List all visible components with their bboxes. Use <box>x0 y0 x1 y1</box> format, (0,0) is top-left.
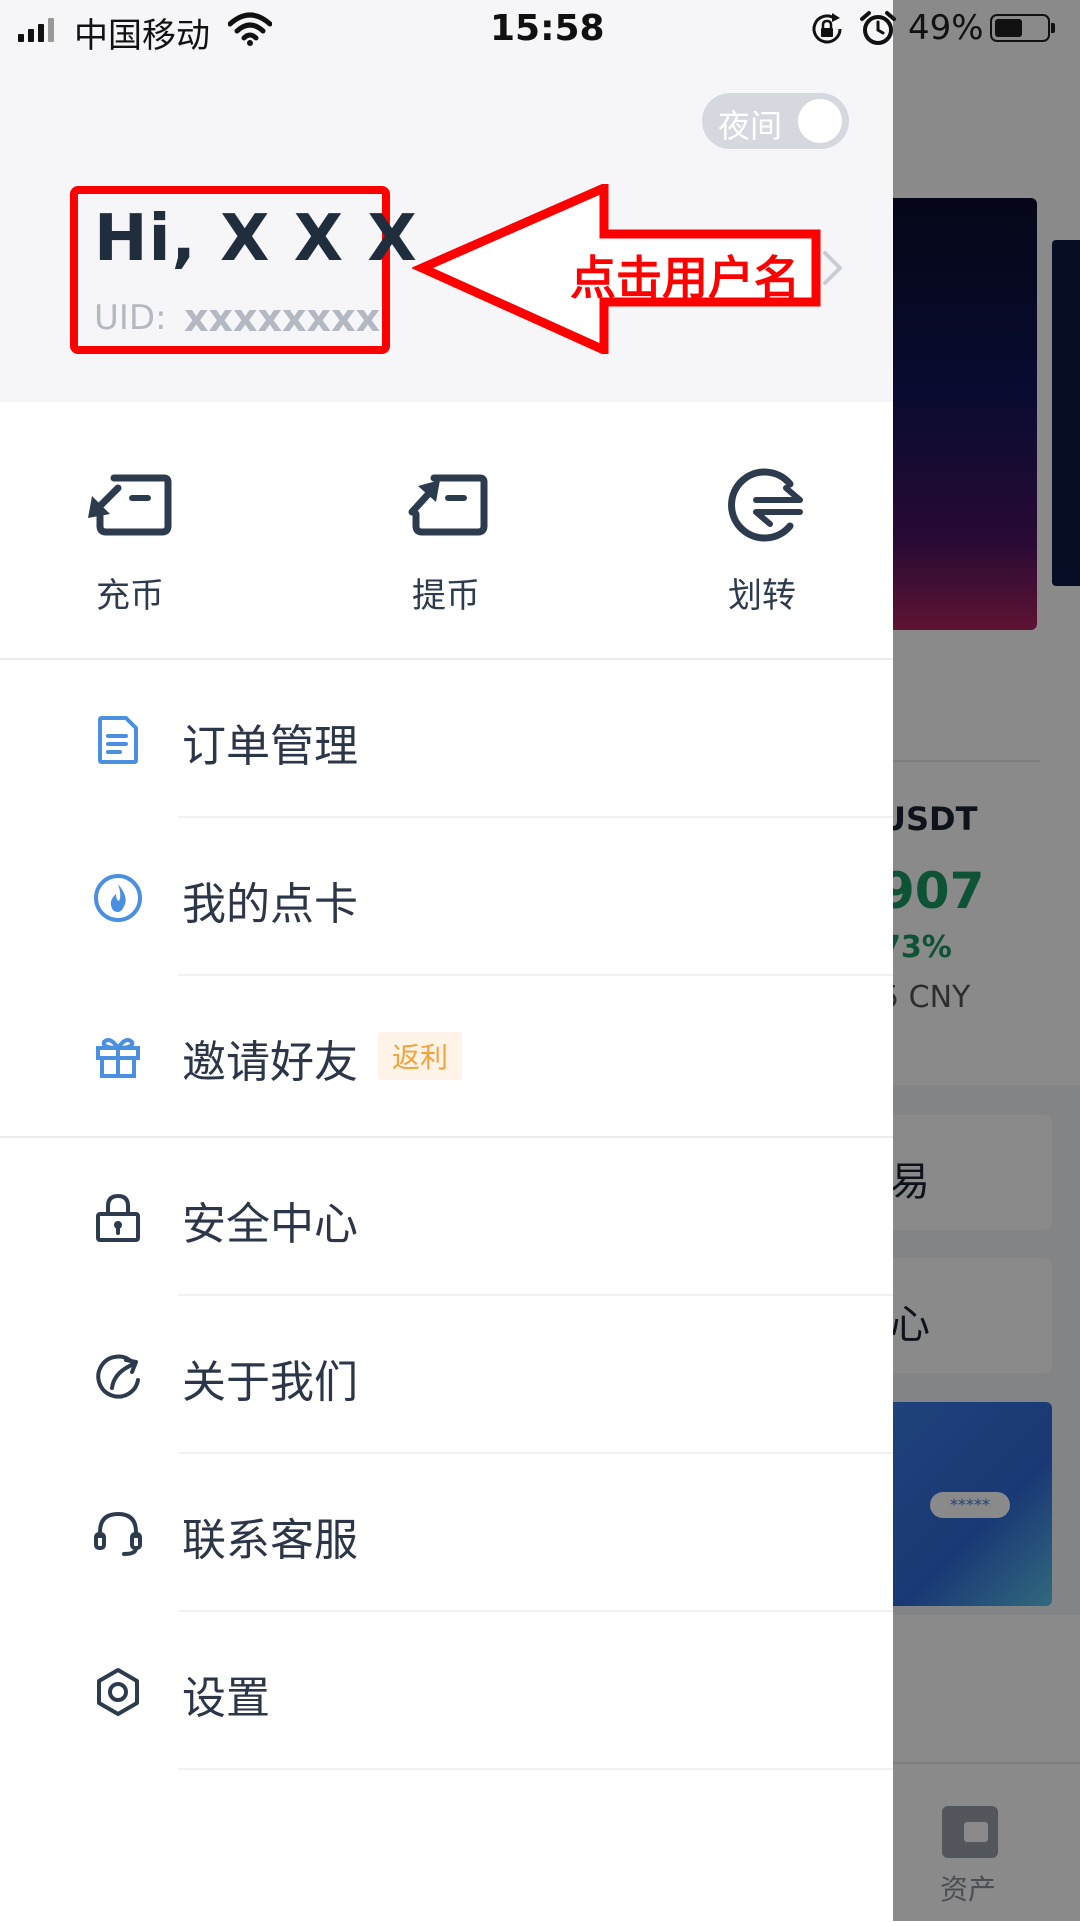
menu-label-orders: 订单管理 <box>182 721 358 772</box>
battery-icon <box>990 14 1055 42</box>
point-card-flame-icon <box>94 874 142 922</box>
menu-item-settings[interactable]: 设置 <box>0 1612 893 1770</box>
carrier-name: 中国移动 <box>74 16 210 56</box>
menu-label-invite-friends: 邀请好友 <box>182 1037 358 1088</box>
menu-item-security-center[interactable]: 安全中心 <box>0 1138 893 1296</box>
menu-label-settings: 设置 <box>182 1673 270 1724</box>
lock-icon <box>96 1193 140 1242</box>
uid-label: UID: <box>94 298 167 338</box>
menu-label-security-center: 安全中心 <box>182 1199 358 1250</box>
status-bar: 中国移动 15:58 49% <box>0 0 1080 58</box>
transfer-label: 划转 <box>728 576 796 616</box>
menu-label-about-us: 关于我们 <box>182 1357 358 1408</box>
rebate-badge: 返利 <box>378 1032 463 1080</box>
about-logo-icon <box>96 1354 140 1399</box>
menu-label-customer-service: 联系客服 <box>182 1515 358 1566</box>
night-mode-toggle[interactable]: 夜间 <box>702 93 849 149</box>
deposit-label: 充币 <box>96 576 164 616</box>
deposit-icon <box>88 474 172 536</box>
menu-divider <box>178 1768 893 1770</box>
wifi-icon <box>228 12 272 46</box>
order-document-icon <box>98 716 138 764</box>
transfer-icon <box>728 468 803 542</box>
user-profile-link[interactable]: Hi, X X X UID: xxxxxxxx <box>70 186 417 354</box>
menu-label-point-card: 我的点卡 <box>182 879 358 930</box>
chevron-right-icon[interactable] <box>822 250 844 286</box>
alarm-clock-icon <box>860 11 896 45</box>
settings-hexagon-icon <box>97 1668 139 1716</box>
menu-item-about-us[interactable]: 关于我们 <box>0 1296 893 1454</box>
clock-time: 15:58 <box>490 8 605 49</box>
menu-item-point-card[interactable]: 我的点卡 <box>0 818 893 976</box>
drawer-header: 夜间 Hi, X X X UID: xxxxxxxx 点击用户名 <box>0 0 893 402</box>
night-mode-label: 夜间 <box>718 107 783 145</box>
rotation-lock-icon <box>812 13 842 44</box>
headset-icon <box>94 1511 142 1556</box>
signal-strength-icon <box>18 18 54 42</box>
withdraw-icon <box>408 474 488 536</box>
uid-value: xxxxxxxx <box>184 296 381 340</box>
side-drawer: 夜间 Hi, X X X UID: xxxxxxxx 点击用户名 充币 提币 划… <box>0 0 893 1921</box>
quick-actions: 充币 提币 划转 <box>0 402 893 660</box>
withdraw-label: 提币 <box>412 576 480 616</box>
menu-item-customer-service[interactable]: 联系客服 <box>0 1454 893 1612</box>
menu-item-orders[interactable]: 订单管理 <box>0 660 893 818</box>
deposit-button[interactable]: 充币 <box>50 462 210 622</box>
annotation-text: 点击用户名 <box>570 251 800 305</box>
gift-icon <box>96 1038 140 1078</box>
menu-item-invite-friends[interactable]: 邀请好友 返利 <box>0 976 893 1134</box>
toggle-knob <box>798 99 842 143</box>
withdraw-button[interactable]: 提币 <box>366 462 526 622</box>
transfer-button[interactable]: 划转 <box>682 462 842 622</box>
battery-percentage: 49% <box>908 8 984 48</box>
user-greeting[interactable]: Hi, X X X <box>94 202 418 276</box>
